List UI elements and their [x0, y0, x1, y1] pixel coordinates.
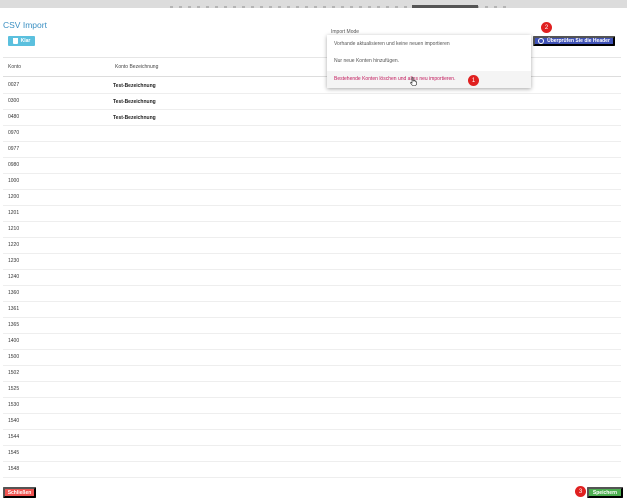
- clear-button[interactable]: Klar: [8, 36, 35, 46]
- table-row[interactable]: 1201: [3, 206, 621, 222]
- table-row[interactable]: 1544: [3, 430, 621, 446]
- bezeichnung-cell: Test-Bezeichnung: [113, 99, 156, 105]
- konto-cell: 1000: [8, 178, 20, 184]
- konto-cell: 0977: [8, 146, 20, 152]
- konto-cell: 1200: [8, 194, 20, 200]
- check-headers-button[interactable]: Überprüfen Sie die Header: [533, 36, 615, 46]
- konto-cell: 1360: [8, 290, 20, 296]
- table-row[interactable]: 1500: [3, 350, 621, 366]
- import-mode-dropdown[interactable]: Vorhande aktualisieren und keine neuen i…: [327, 35, 531, 88]
- trash-icon: [12, 38, 18, 44]
- table-row[interactable]: 1540: [3, 414, 621, 430]
- import-mode-option-update[interactable]: Vorhande aktualisieren und keine neuen i…: [334, 41, 450, 47]
- konto-cell: 1545: [8, 450, 20, 456]
- konto-cell: 1540: [8, 418, 20, 424]
- konto-cell: 1361: [8, 306, 20, 312]
- table-row[interactable]: 1220: [3, 238, 621, 254]
- konto-cell: 1230: [8, 258, 20, 264]
- accounts-table: Konto Konto Bezeichnung 0027 Test-Bezeich…: [3, 57, 621, 478]
- konto-cell: 1544: [8, 434, 20, 440]
- konto-cell: 1502: [8, 370, 20, 376]
- clear-button-label: Klar: [20, 38, 31, 44]
- close-button[interactable]: Schließen: [3, 487, 36, 498]
- table-row[interactable]: 1545: [3, 446, 621, 462]
- konto-cell: 1548: [8, 466, 20, 472]
- konto-cell: 1500: [8, 354, 20, 360]
- konto-cell: 0300: [8, 98, 20, 104]
- hand-cursor-icon: [410, 77, 417, 86]
- check-circle-icon: [538, 38, 545, 44]
- step-badge-1: 1: [468, 75, 479, 86]
- table-row[interactable]: 1240: [3, 270, 621, 286]
- konto-cell: 0980: [8, 162, 20, 168]
- table-row[interactable]: 1360: [3, 286, 621, 302]
- step-badge-2: 2: [541, 22, 552, 33]
- table-row[interactable]: 0300 Test-Bezeichnung: [3, 94, 621, 110]
- konto-cell: 1365: [8, 322, 20, 328]
- konto-cell: 1530: [8, 402, 20, 408]
- konto-cell: 1400: [8, 338, 20, 344]
- page-title: CSV Import: [3, 20, 47, 30]
- import-mode-option-add-new[interactable]: Nur neue Konten hinzufügen.: [334, 58, 399, 64]
- check-headers-label: Überprüfen Sie die Header: [547, 38, 610, 44]
- bezeichnung-cell: Test-Bezeichnung: [113, 83, 156, 89]
- table-row[interactable]: 0977: [3, 142, 621, 158]
- save-button[interactable]: Speichern: [587, 487, 623, 498]
- table-row[interactable]: 1200: [3, 190, 621, 206]
- table-row[interactable]: 1361: [3, 302, 621, 318]
- table-row[interactable]: 0480 Test-Bezeichnung: [3, 110, 621, 126]
- konto-cell: 1220: [8, 242, 20, 248]
- column-header-konto: Konto: [8, 64, 22, 70]
- import-mode-option-replace[interactable]: Bestehende Konten löschen und alles neu …: [334, 76, 455, 82]
- table-row[interactable]: 1400: [3, 334, 621, 350]
- konto-cell: 0027: [8, 82, 20, 88]
- table-row[interactable]: 0970: [3, 126, 621, 142]
- table-row[interactable]: 1525: [3, 382, 621, 398]
- table-row[interactable]: 0980: [3, 158, 621, 174]
- bezeichnung-cell: Test-Bezeichnung: [113, 115, 156, 121]
- konto-cell: 0970: [8, 130, 20, 136]
- konto-cell: 1210: [8, 226, 20, 232]
- top-strip: [0, 0, 627, 8]
- konto-cell: 1525: [8, 386, 20, 392]
- table-row[interactable]: 1230: [3, 254, 621, 270]
- konto-cell: 1240: [8, 274, 20, 280]
- step-badge-3: 3: [575, 486, 586, 497]
- top-strip-handle: [412, 5, 478, 8]
- table-row[interactable]: 1502: [3, 366, 621, 382]
- table-row[interactable]: 1210: [3, 222, 621, 238]
- column-header-bezeichnung: Konto Bezeichnung: [115, 64, 159, 70]
- konto-cell: 0480: [8, 114, 20, 120]
- table-row[interactable]: 1548: [3, 462, 621, 478]
- table-row[interactable]: 1365: [3, 318, 621, 334]
- konto-cell: 1201: [8, 210, 20, 216]
- table-row[interactable]: 1530: [3, 398, 621, 414]
- table-row[interactable]: 1000: [3, 174, 621, 190]
